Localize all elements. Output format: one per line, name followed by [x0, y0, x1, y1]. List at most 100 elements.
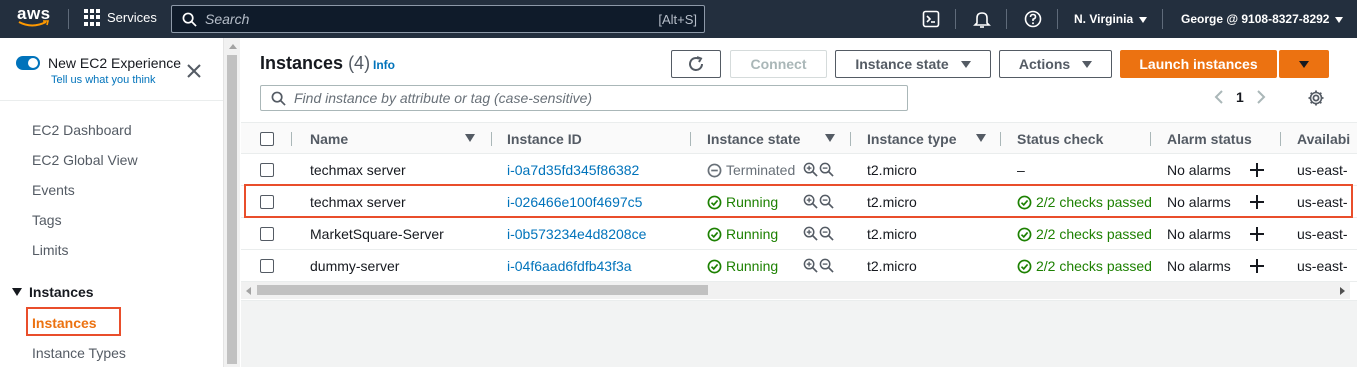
- close-icon[interactable]: [186, 63, 202, 79]
- zoom-out-icon[interactable]: [819, 162, 834, 177]
- zoom-in-icon[interactable]: [803, 162, 818, 177]
- sort-icon[interactable]: [465, 134, 475, 142]
- column-header-instance-type[interactable]: Instance type: [867, 131, 956, 147]
- info-link[interactable]: Info: [373, 58, 395, 72]
- table-horizontal-scrollbar[interactable]: [241, 282, 1357, 299]
- column-header-alarm-status[interactable]: Alarm status: [1167, 131, 1252, 147]
- instance-filter[interactable]: [260, 85, 908, 111]
- sidebar-section-instances[interactable]: Instances: [12, 284, 94, 300]
- launch-instances-button[interactable]: Launch instances: [1120, 50, 1277, 78]
- sidebar-item-instances[interactable]: Instances: [26, 307, 121, 336]
- row-checkbox[interactable]: [260, 195, 274, 209]
- check-passed-icon: [1017, 227, 1032, 241]
- sort-icon[interactable]: [976, 134, 986, 142]
- row-checkbox[interactable]: [260, 163, 274, 177]
- caret-down-icon: [1139, 16, 1148, 23]
- chevron-left-icon[interactable]: [1214, 89, 1224, 105]
- refresh-icon: [689, 56, 703, 71]
- instance-id-link[interactable]: i-0b573234e4d8208ce: [507, 226, 646, 242]
- scroll-right-icon[interactable]: [1340, 287, 1345, 295]
- bell-icon[interactable]: [973, 10, 991, 28]
- scrollbar-thumb[interactable]: [257, 285, 708, 295]
- column-header-instance-state[interactable]: Instance state: [707, 131, 800, 147]
- global-search[interactable]: [Alt+S]: [171, 5, 705, 33]
- instance-state: Running: [707, 258, 778, 274]
- page-number[interactable]: 1: [1236, 89, 1244, 105]
- check-passed-icon: [1017, 195, 1032, 209]
- actions-dropdown[interactable]: Actions: [999, 50, 1112, 78]
- sidebar-item-ec2-dashboard[interactable]: EC2 Dashboard: [32, 122, 132, 138]
- title-text: Instances: [260, 53, 344, 73]
- help-icon[interactable]: [1024, 10, 1042, 28]
- filter-input[interactable]: [294, 90, 894, 106]
- sort-icon[interactable]: [825, 134, 835, 142]
- sidebar-scrollbar[interactable]: [223, 38, 240, 367]
- table-row[interactable]: techmax server i-0a7d35fd345f86382 Termi…: [241, 154, 1357, 186]
- sidebar-item-instance-types[interactable]: Instance Types: [32, 345, 126, 361]
- table-row[interactable]: dummy-server i-04f6aad6fdfb43f3a Running…: [241, 250, 1357, 282]
- availability-zone: us-east-: [1297, 162, 1348, 178]
- column-header-availability-zone[interactable]: Availabi: [1297, 131, 1350, 147]
- zoom-in-icon[interactable]: [803, 194, 818, 209]
- services-menu[interactable]: Services: [84, 9, 157, 26]
- account-menu[interactable]: George @ 9108-8327-8292: [1181, 12, 1344, 26]
- add-alarm-icon[interactable]: [1250, 259, 1264, 273]
- connect-button[interactable]: Connect: [730, 50, 827, 78]
- region-selector[interactable]: N. Virginia: [1074, 12, 1148, 26]
- new-experience-toggle[interactable]: [16, 56, 40, 70]
- add-alarm-icon[interactable]: [1250, 227, 1264, 241]
- select-all-checkbox[interactable]: [260, 132, 274, 146]
- caret-down-icon: [1082, 60, 1093, 68]
- cloudshell-icon[interactable]: [922, 10, 940, 28]
- instance-type: t2.micro: [867, 162, 917, 178]
- sidebar-item-tags[interactable]: Tags: [32, 212, 62, 228]
- status-check-text: 2/2 checks passed: [1036, 226, 1152, 242]
- sidebar: New EC2 Experience Tell us what you thin…: [0, 38, 223, 367]
- zoom-in-icon[interactable]: [803, 226, 818, 241]
- add-alarm-icon[interactable]: [1250, 195, 1264, 209]
- sidebar-item-ec2-global-view[interactable]: EC2 Global View: [32, 152, 138, 168]
- scroll-left-icon[interactable]: [246, 287, 251, 295]
- launch-options-button[interactable]: [1279, 50, 1329, 78]
- zoom-out-icon[interactable]: [819, 194, 834, 209]
- sidebar-item-limits[interactable]: Limits: [32, 242, 69, 258]
- grid-icon: [84, 9, 101, 26]
- column-header-instance-id[interactable]: Instance ID: [507, 131, 582, 147]
- column-header-name[interactable]: Name: [310, 131, 348, 147]
- gear-icon[interactable]: [1307, 89, 1325, 107]
- aws-logo[interactable]: aws: [17, 4, 53, 30]
- instance-state-label: Instance state: [855, 56, 949, 72]
- status-check: 2/2 checks passed: [1017, 194, 1152, 210]
- sidebar-item-events[interactable]: Events: [32, 182, 75, 198]
- actions-label: Actions: [1018, 56, 1071, 72]
- instance-state: Running: [707, 194, 778, 210]
- instance-id-link[interactable]: i-04f6aad6fdfb43f3a: [507, 258, 632, 274]
- zoom-in-icon[interactable]: [803, 258, 818, 273]
- add-alarm-icon[interactable]: [1250, 163, 1264, 177]
- search-input[interactable]: [205, 11, 625, 27]
- feedback-link[interactable]: Tell us what you think: [51, 74, 156, 86]
- row-checkbox[interactable]: [260, 259, 274, 273]
- nav-divider: [68, 9, 69, 29]
- column-divider: [690, 132, 691, 146]
- instance-id-link[interactable]: i-0a7d35fd345f86382: [507, 162, 639, 178]
- scrollbar-thumb[interactable]: [227, 55, 237, 364]
- scroll-up-icon[interactable]: [229, 44, 237, 49]
- instance-state-text: Running: [726, 258, 779, 274]
- state-zoom-controls: [803, 194, 834, 209]
- table-row[interactable]: MarketSquare-Server i-0b573234e4d8208ce …: [241, 218, 1357, 250]
- section-label: Instances: [29, 284, 94, 300]
- instance-id-link[interactable]: i-026466e100f4697c5: [507, 194, 642, 210]
- caret-down-icon: [1299, 60, 1309, 68]
- zoom-out-icon[interactable]: [819, 258, 834, 273]
- instance-state-dropdown[interactable]: Instance state: [835, 50, 991, 78]
- chevron-right-icon[interactable]: [1256, 89, 1266, 105]
- zoom-out-icon[interactable]: [819, 226, 834, 241]
- top-navigation: aws Services [Alt+S] N. Virginia George …: [0, 0, 1357, 38]
- column-header-status-check[interactable]: Status check: [1017, 131, 1103, 147]
- search-icon: [271, 91, 286, 106]
- refresh-button[interactable]: [671, 50, 721, 78]
- table-row[interactable]: techmax server i-026466e100f4697c5 Runni…: [241, 186, 1357, 218]
- row-checkbox[interactable]: [260, 227, 274, 241]
- check-passed-icon: [1017, 259, 1032, 273]
